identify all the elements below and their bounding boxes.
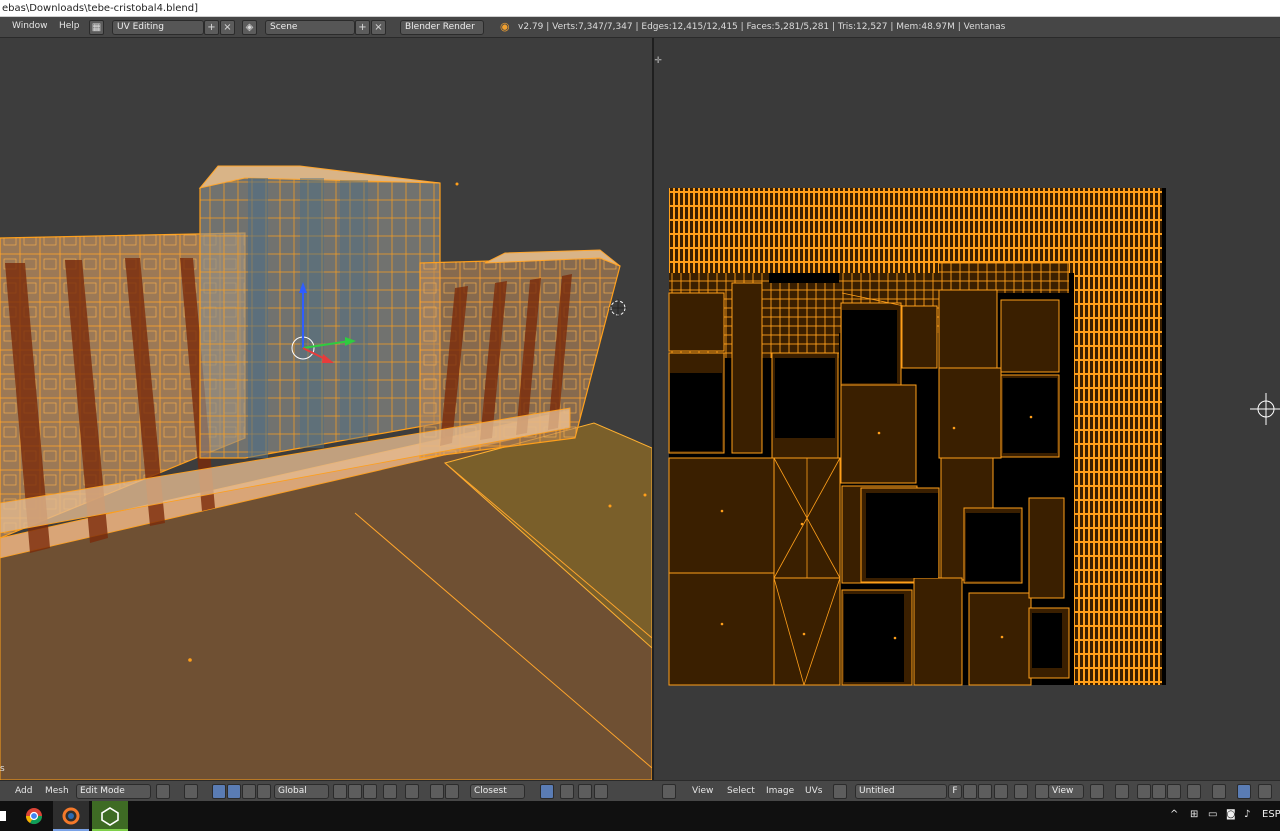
remove-layout-icon[interactable]: ×	[220, 20, 235, 35]
camera-icon[interactable]	[594, 784, 608, 799]
uv-view-menu[interactable]: View	[692, 786, 713, 796]
view-mode-icon[interactable]	[1035, 784, 1049, 799]
uv-snap-icon[interactable]	[1212, 784, 1226, 799]
mesh-menu[interactable]: Mesh	[45, 786, 69, 796]
screen-layout-selector[interactable]: UV Editing	[112, 20, 204, 35]
os-taskbar: ^ ⊞ ▭ ◙ ♪ ESP	[0, 801, 1280, 831]
uv-island-dense-top	[669, 188, 1162, 273]
manipulator-translate-icon[interactable]	[212, 784, 226, 799]
viewport-scene	[0, 165, 652, 780]
sticky-select-icon[interactable]	[1115, 784, 1129, 799]
uvs-menu[interactable]: UVs	[805, 786, 822, 796]
viewport-corner-text: s	[0, 764, 5, 774]
file-path-title: ebas\Downloads\tebe-cristobal4.blend]	[2, 3, 198, 14]
render-icon[interactable]	[560, 784, 574, 799]
image-name-field[interactable]: Untitled	[855, 784, 947, 799]
remove-scene-icon[interactable]: ×	[371, 20, 386, 35]
uv-vertex-select-icon[interactable]	[1137, 784, 1151, 799]
uv-2d-cursor-icon[interactable]	[1250, 393, 1280, 425]
window-title-bar: ebas\Downloads\tebe-cristobal4.blend]	[0, 0, 1280, 17]
editor-type-icon[interactable]	[662, 784, 676, 799]
pivot-point-icon[interactable]	[184, 784, 198, 799]
add-scene-icon[interactable]: +	[355, 20, 370, 35]
tray-volume-icon[interactable]: ♪	[1244, 809, 1250, 820]
uv-island-grid	[939, 263, 1069, 293]
help-menu[interactable]: Help	[59, 21, 80, 31]
scene-icon[interactable]: ◈	[242, 20, 257, 35]
tray-ime-icon[interactable]: ⊞	[1190, 809, 1198, 820]
chrome-icon[interactable]	[16, 801, 52, 831]
uv-image-editor[interactable]: ✛ ✛	[654, 38, 1280, 780]
manipulator-extra-icon[interactable]	[257, 784, 271, 799]
scene-selector[interactable]: Scene	[265, 20, 355, 35]
snap-element-icon[interactable]	[445, 784, 459, 799]
uv-island-dense-right	[1074, 273, 1162, 685]
manipulator-scale-icon[interactable]	[242, 784, 256, 799]
unlink-image-icon[interactable]	[994, 784, 1008, 799]
image-browse-icon[interactable]	[833, 784, 847, 799]
add-menu[interactable]: Add	[15, 786, 32, 796]
uv-snap-element-icon[interactable]	[1237, 784, 1251, 799]
blender-logo-icon: ◉	[500, 20, 510, 33]
info-header: Window Help ▦ UV Editing + × ◈ Scene + ×…	[0, 17, 1280, 38]
area-join-marker[interactable]: ✛ ✛	[654, 56, 662, 66]
3d-viewport[interactable]: s	[0, 38, 652, 780]
tray-language[interactable]: ESP	[1262, 809, 1280, 820]
tower-glass-column	[248, 178, 268, 458]
uv-edge-select-icon[interactable]	[1152, 784, 1166, 799]
snap-options-icon[interactable]	[540, 784, 554, 799]
open-image-icon[interactable]	[978, 784, 992, 799]
image-name-label: Untitled	[859, 786, 895, 796]
tray-network-icon[interactable]: ◙	[1226, 809, 1236, 820]
transform-orientation-selector[interactable]: Global	[274, 784, 329, 799]
vertex-dot	[608, 504, 612, 508]
vertex-dot	[643, 493, 647, 497]
add-layout-icon[interactable]: +	[204, 20, 219, 35]
blender-window: ebas\Downloads\tebe-cristobal4.blend] Wi…	[0, 0, 1280, 831]
snap-toggle-icon[interactable]	[430, 784, 444, 799]
new-image-icon[interactable]	[963, 784, 977, 799]
vertex-dot	[188, 658, 192, 662]
uv-face-select-icon[interactable]	[1167, 784, 1181, 799]
windows-icon[interactable]	[0, 801, 10, 831]
unity-icon[interactable]	[92, 801, 128, 831]
fake-user-button[interactable]: F	[948, 784, 962, 799]
view-mode-label: View	[1052, 786, 1074, 796]
tower-glass-column	[340, 180, 368, 440]
viewport-shading-icon[interactable]	[156, 784, 170, 799]
face-select-icon[interactable]	[363, 784, 377, 799]
snap-target-label: Closest	[474, 786, 507, 796]
tray-chevron-icon[interactable]: ^	[1170, 809, 1178, 820]
uv-island-grid	[769, 283, 839, 358]
screen-layout-icon[interactable]: ▦	[89, 20, 104, 35]
editor-headers: Add Mesh Edit Mode Global Closest View S…	[0, 780, 1280, 801]
window-menu[interactable]: Window	[12, 21, 48, 31]
scene-label: Scene	[270, 22, 298, 32]
uv-pivot-icon[interactable]	[1090, 784, 1104, 799]
mode-selector[interactable]: Edit Mode	[76, 784, 151, 799]
screen-layout-label: UV Editing	[117, 22, 164, 32]
uv-image-menu[interactable]: Image	[766, 786, 794, 796]
vertex-select-icon[interactable]	[333, 784, 347, 799]
orientation-label: Global	[278, 786, 307, 796]
limit-selection-icon[interactable]	[383, 784, 397, 799]
edge-select-icon[interactable]	[348, 784, 362, 799]
scene-statistics: v2.79 | Verts:7,347/7,347 | Edges:12,415…	[518, 22, 1006, 32]
vertex-dot	[455, 182, 459, 186]
pin-icon[interactable]	[1014, 784, 1028, 799]
view-mode-selector[interactable]: View	[1048, 784, 1084, 799]
manipulator-rotate-icon[interactable]	[227, 784, 241, 799]
uv-select-menu[interactable]: Select	[727, 786, 755, 796]
snap-target-selector[interactable]: Closest	[470, 784, 525, 799]
blender-icon[interactable]	[53, 801, 89, 831]
uv-layout: ✛ ✛	[654, 56, 1280, 686]
uv-extra-icon[interactable]	[1258, 784, 1272, 799]
proportional-edit-icon[interactable]	[405, 784, 419, 799]
mode-label: Edit Mode	[80, 786, 125, 796]
render-engine-label: Blender Render	[405, 22, 475, 32]
tray-battery-icon[interactable]: ▭	[1208, 809, 1217, 820]
render-engine-selector[interactable]: Blender Render	[400, 20, 484, 35]
uv-proportional-icon[interactable]	[1187, 784, 1201, 799]
render-anim-icon[interactable]	[578, 784, 592, 799]
